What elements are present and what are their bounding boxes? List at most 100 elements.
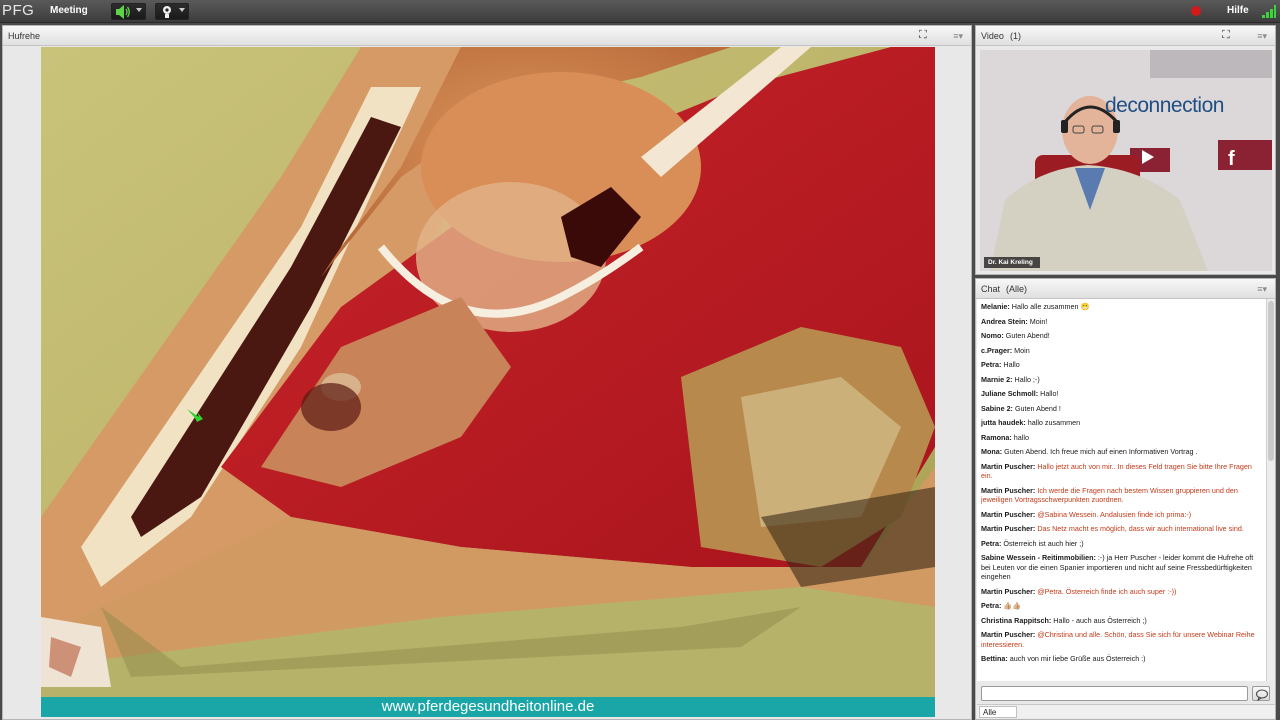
chat-message: Petra: Hallo: [981, 360, 1262, 370]
chat-message-text: Das Netz macht es möglich, dass wir auch…: [1035, 524, 1244, 533]
chat-message-list: Melanie: Hallo alle zusammen 😁 Andrea Ste…: [977, 299, 1266, 681]
chat-message-author: Mona:: [981, 447, 1003, 456]
pod-options-icon[interactable]: ≡▾: [1257, 284, 1267, 295]
chat-message: Andrea Stein: Moin!: [981, 317, 1262, 327]
chat-message-text: @Petra. Österreich finde ich auch super …: [1035, 586, 1177, 596]
fullscreen-icon[interactable]: ⛶: [919, 30, 930, 41]
chat-scrollbar[interactable]: [1266, 299, 1275, 681]
chat-message-text: Hallo!: [1038, 389, 1059, 398]
chat-message-author: Martin Puscher:: [981, 524, 1036, 533]
chat-message-author: Petra:: [981, 601, 1002, 610]
chat-message-author: Marnie 2:: [981, 374, 1013, 384]
presenter-name-label: Dr. Kai Kreling: [988, 259, 1033, 266]
chat-pod-header: Chat (Alle) ≡▾: [976, 279, 1275, 299]
chat-message: Marnie 2: Hallo ;-): [981, 375, 1262, 385]
chat-message-text: 👍🏼👍🏼: [1001, 601, 1022, 610]
chat-message: Mona: Guten Abend. Ich freue mich auf ei…: [981, 447, 1262, 457]
video-pod-title: Video: [981, 31, 1004, 41]
chat-message-author: Sabine Wessein - Reitimmobilien:: [981, 553, 1096, 562]
chat-message: Martin Puscher: Hallo jetzt auch von mir…: [981, 462, 1262, 481]
presenter-webcam-image: f: [980, 50, 1272, 271]
chat-message-author: Martin Puscher:: [981, 586, 1036, 596]
webcam-icon: [163, 6, 171, 18]
chat-message: Petra: Österreich ist auch hier ;): [981, 539, 1262, 549]
webcam-video-feed: f Dr. Kai Kreling deconnection: [980, 50, 1272, 271]
chat-message-author: Bettina:: [981, 654, 1008, 663]
chat-message-author: Nomo:: [981, 331, 1004, 340]
chat-message-text: hallo zusammen: [1025, 418, 1081, 427]
chat-message-author: Petra:: [981, 360, 1002, 369]
chat-message-text: Hallo ;-): [1012, 374, 1040, 384]
video-participant-count: (1): [1010, 31, 1021, 41]
app-logo: PFG: [2, 2, 35, 19]
chat-message: Ramona: hallo: [981, 433, 1262, 443]
facebook-icon: f: [1228, 148, 1235, 170]
meeting-menu[interactable]: Meeting: [50, 5, 88, 16]
chat-message: Petra: 👍🏼👍🏼: [981, 601, 1262, 611]
chat-message: Bettina: auch von mir liebe Grüße aus Ös…: [981, 654, 1262, 664]
chat-message: Nomo: Guten Abend!: [981, 331, 1262, 341]
chat-message-text: Österreich ist auch hier ;): [1001, 538, 1084, 548]
chat-message: Martin Puscher: Ich werde die Fragen nac…: [981, 486, 1262, 505]
chevron-down-icon: [179, 8, 185, 12]
chat-message: Martin Puscher: @Sabina Wessein. Andalus…: [981, 510, 1262, 520]
video-pod-header: Video (1) ⛶ ≡▾: [976, 26, 1275, 46]
chat-scrollbar-thumb[interactable]: [1268, 301, 1274, 461]
webcam-button[interactable]: [155, 3, 189, 20]
chat-message-author: c.Prager:: [981, 345, 1013, 355]
share-pod-header: Hufrehe ⛶ ≡▾: [3, 26, 971, 46]
chat-message-text: @Sabina Wessein. Andalusien finde ich pr…: [1035, 509, 1192, 519]
chat-message: Melanie: Hallo alle zusammen 😁: [981, 302, 1262, 312]
chat-message-author: Sabine 2:: [981, 403, 1013, 413]
chat-message: Sabine Wessein - Reitimmobilien: :-) ja …: [981, 553, 1262, 582]
help-menu[interactable]: Hilfe: [1227, 5, 1249, 16]
chat-bubble-icon: [1256, 689, 1268, 701]
chat-message-author: Martin Puscher:: [981, 485, 1036, 495]
chat-message-author: Juliane Schmoll:: [981, 389, 1039, 398]
chat-message-text: auch von mir liebe Grüße aus Österreich …: [1007, 654, 1146, 663]
chat-message-text: hallo: [1011, 432, 1029, 442]
chat-message-author: jutta haudek:: [981, 418, 1026, 427]
record-indicator-icon[interactable]: [1191, 6, 1201, 16]
chat-message-author: Ramona:: [981, 432, 1012, 442]
chat-message-author: Christina Rappitsch:: [981, 615, 1052, 625]
chat-message: jutta haudek: hallo zusammen: [981, 418, 1262, 428]
chat-message: Martin Puscher: @Christina und alle. Sch…: [981, 630, 1262, 649]
chat-message: Sabine 2: Guten Abend !: [981, 404, 1262, 414]
slide-footer-url: www.pferdegesundheitonline.de: [41, 697, 935, 717]
chat-message: Martin Puscher: @Petra. Österreich finde…: [981, 587, 1262, 597]
chat-message-text: Guten Abend. Ich freue mich auf einen In…: [1002, 447, 1198, 456]
chat-tab-bar: Alle: [977, 704, 1275, 718]
pod-options-icon[interactable]: ≡▾: [953, 31, 963, 42]
connection-signal-icon: [1262, 5, 1276, 18]
chat-message-text: Moin: [1012, 345, 1030, 355]
chat-message-text: Hallo alle zusammen 😁: [1009, 302, 1090, 311]
slide-image-hoof-cross-section: [41, 47, 935, 717]
chat-scope-label: (Alle): [1006, 284, 1028, 294]
send-message-button[interactable]: [1252, 686, 1270, 701]
chat-tab-all[interactable]: Alle: [979, 706, 1017, 718]
hoof-anatomy-image: [41, 47, 935, 717]
speaker-icon: [116, 5, 130, 19]
chat-message-text: Guten Abend!: [1003, 331, 1050, 340]
backdrop-logo-text: deconnection: [1105, 94, 1224, 117]
chat-message: Christina Rappitsch: Hallo - auch aus Ös…: [981, 616, 1262, 626]
chat-message: Juliane Schmoll: Hallo!: [981, 389, 1262, 399]
chat-message-author: Melanie:: [981, 302, 1010, 311]
chat-message-text: Guten Abend !: [1012, 403, 1061, 413]
pod-options-icon[interactable]: ≡▾: [1257, 31, 1267, 42]
chat-message-author: Martin Puscher:: [981, 461, 1036, 471]
chat-message-text: Hallo - auch aus Österreich ;): [1051, 615, 1147, 625]
fullscreen-icon[interactable]: ⛶: [1222, 30, 1233, 41]
chat-message-author: Martin Puscher:: [981, 630, 1036, 639]
share-pod-title: Hufrehe: [8, 31, 41, 41]
chat-message-input[interactable]: [981, 686, 1248, 701]
chat-message-author: Andrea Stein:: [981, 316, 1028, 326]
speaker-button[interactable]: [111, 3, 146, 20]
chat-pod-title: Chat: [981, 284, 1001, 294]
application-menu-bar: PFG Meeting Hilfe: [0, 0, 1280, 23]
chat-message-author: Martin Puscher:: [981, 509, 1036, 519]
chat-message-text: Hallo: [1001, 360, 1020, 369]
chat-message-author: Petra:: [981, 538, 1002, 548]
chevron-down-icon: [136, 8, 142, 12]
